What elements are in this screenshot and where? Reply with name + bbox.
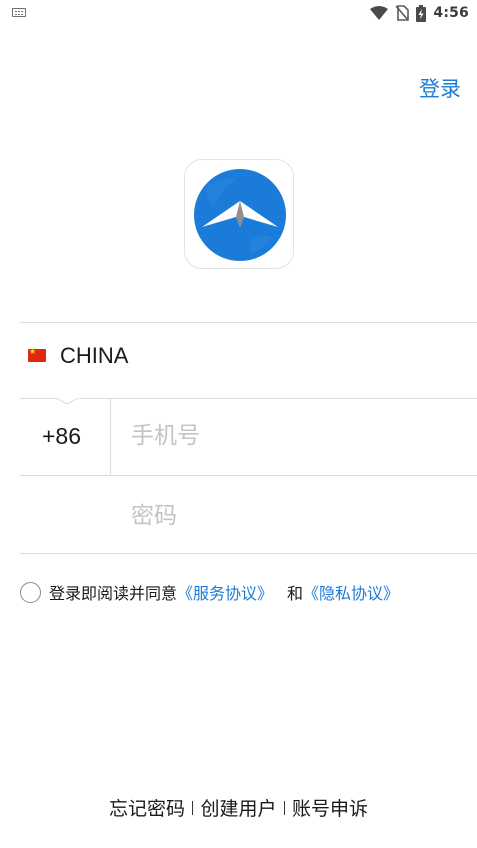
agreement-row: 登录即阅读并同意 《服务协议》 和 《隐私协议》 (20, 580, 399, 604)
app-logo-icon (194, 169, 286, 261)
country-code-button[interactable]: +86 (20, 398, 111, 475)
country-name: CHINA (60, 343, 129, 368)
status-bar: 4:56 (0, 0, 477, 26)
divider (110, 398, 111, 475)
china-flag-icon (28, 346, 46, 362)
wifi-icon (370, 6, 389, 20)
footer-separator (283, 800, 285, 815)
account-appeal-link[interactable]: 账号申诉 (292, 794, 368, 821)
keyboard-icon (12, 8, 26, 17)
agreement-conjunction: 和 (287, 584, 304, 603)
app-logo (184, 159, 294, 269)
country-selector[interactable]: CHINA (20, 323, 477, 398)
privacy-agreement-link[interactable]: 《隐私协议》 (303, 580, 399, 604)
battery-charging-icon (416, 4, 427, 22)
footer-links: 忘记密码 创建用户 账号申诉 (0, 794, 477, 821)
phone-input[interactable] (131, 418, 461, 454)
phone-row: +86 (20, 392, 477, 475)
create-user-link[interactable]: 创建用户 (200, 794, 276, 821)
agreement-text: 登录即阅读并同意 (49, 584, 178, 603)
password-row (20, 476, 477, 554)
divider (20, 553, 477, 554)
footer-separator (191, 800, 194, 815)
login-button[interactable]: 登录 (419, 73, 461, 103)
password-input[interactable] (131, 498, 461, 534)
service-agreement-link[interactable]: 《服务协议》 (177, 580, 273, 604)
no-sim-icon (395, 5, 410, 21)
country-code: +86 (42, 423, 82, 449)
status-time: 4:56 (433, 5, 469, 21)
agreement-checkbox[interactable] (20, 581, 41, 603)
forgot-password-link[interactable]: 忘记密码 (109, 794, 185, 821)
